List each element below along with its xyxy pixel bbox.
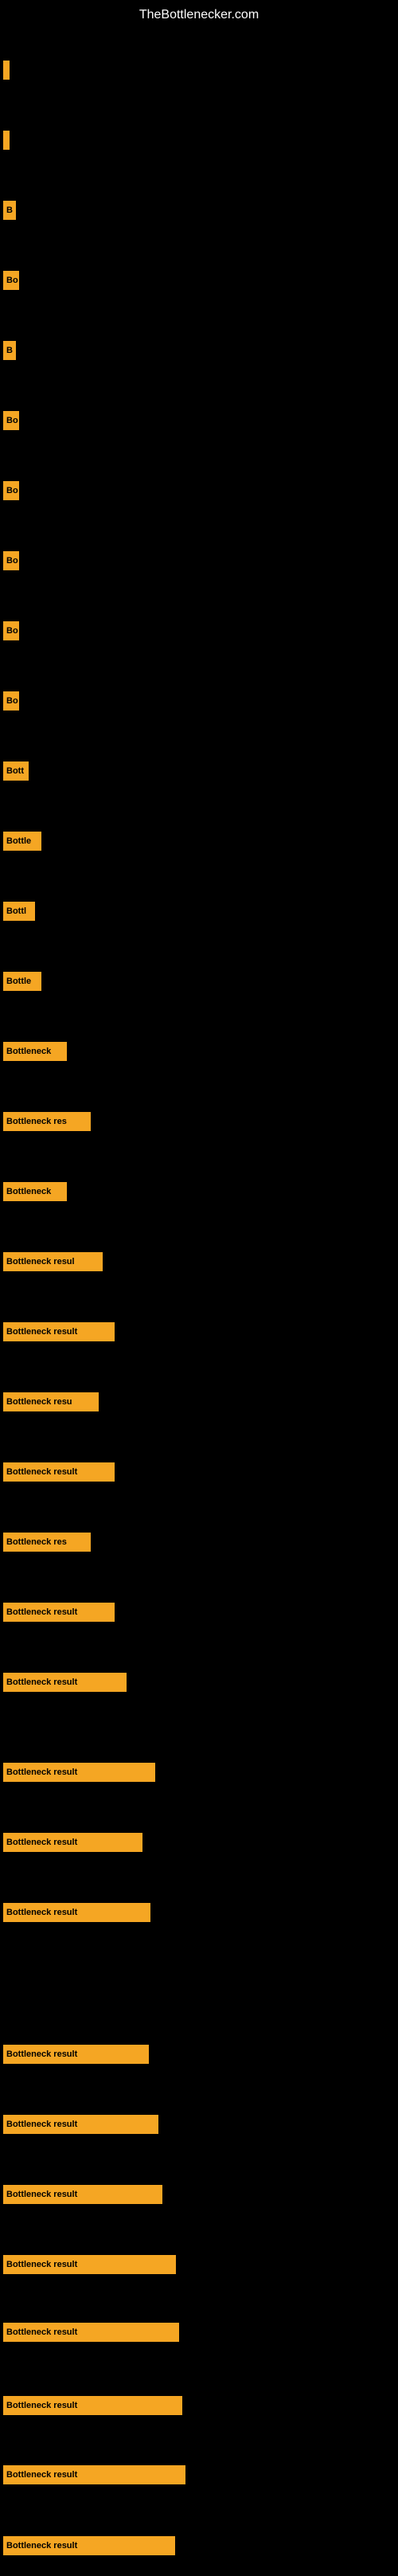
bar-item-15: Bottleneck [3,1040,67,1063]
bar-item-11: Bott [3,760,29,782]
bar-label-6: Bo [3,411,19,430]
site-title: TheBottlenecker.com [0,0,398,27]
bar-item-13: Bottl [3,900,35,922]
bar-label-2 [3,131,10,150]
bar-item-20: Bottleneck resu [3,1391,99,1413]
bar-item-17: Bottleneck [3,1180,67,1203]
bar-label-15: Bottleneck [3,1042,67,1061]
bar-label-4: Bo [3,271,19,290]
bar-label-34: Bottleneck result [3,2465,185,2484]
bar-item-7: Bo [3,480,19,502]
bar-item-31: Bottleneck result [3,2253,176,2276]
bar-item-5: B [3,339,16,362]
bar-label-24: Bottleneck result [3,1673,127,1692]
bar-label-18: Bottleneck resul [3,1252,103,1271]
bar-label-29: Bottleneck result [3,2115,158,2134]
bar-label-30: Bottleneck result [3,2185,162,2204]
bar-item-24: Bottleneck result [3,1671,127,1693]
bar-label-17: Bottleneck [3,1182,67,1201]
bar-item-6: Bo [3,409,19,432]
bar-label-32: Bottleneck result [3,2323,179,2342]
bar-label-33: Bottleneck result [3,2396,182,2415]
bar-item-29: Bottleneck result [3,2113,158,2136]
bar-label-3: B [3,201,16,220]
bar-label-10: Bo [3,691,19,711]
bar-label-12: Bottle [3,832,41,851]
bar-label-35: Bottleneck result [3,2536,175,2555]
bar-item-16: Bottleneck res [3,1110,91,1133]
bar-item-19: Bottleneck result [3,1321,115,1343]
bar-label-23: Bottleneck result [3,1603,115,1622]
bar-label-5: B [3,341,16,360]
bar-item-18: Bottleneck resul [3,1251,103,1273]
bar-label-11: Bott [3,761,29,781]
bar-label-26: Bottleneck result [3,1833,142,1852]
bar-item-23: Bottleneck result [3,1601,115,1623]
bar-label-25: Bottleneck result [3,1763,155,1782]
bar-item-32: Bottleneck result [3,2321,179,2343]
bar-item-9: Bo [3,620,19,642]
bar-item-10: Bo [3,690,19,712]
bar-item-2 [3,129,10,151]
bar-item-30: Bottleneck result [3,2183,162,2206]
bar-item-22: Bottleneck res [3,1531,91,1553]
bar-item-4: Bo [3,269,19,292]
bar-item-21: Bottleneck result [3,1461,115,1483]
bar-label-20: Bottleneck resu [3,1392,99,1411]
bar-item-25: Bottleneck result [3,1761,155,1783]
bar-item-26: Bottleneck result [3,1831,142,1854]
bar-label-19: Bottleneck result [3,1322,115,1341]
bar-item-8: Bo [3,550,19,572]
bar-label-16: Bottleneck res [3,1112,91,1131]
bar-label-13: Bottl [3,902,35,921]
bar-label-27: Bottleneck result [3,1903,150,1922]
bar-label-14: Bottle [3,972,41,991]
bar-item-1 [3,59,10,81]
bar-label-8: Bo [3,551,19,570]
bar-label-7: Bo [3,481,19,500]
bar-item-35: Bottleneck result [3,2535,175,2557]
bars-container: B Bo B Bo Bo Bo Bo Bo Bott Bottle Bottl Bottle Bottl… [0,27,398,2576]
bar-label-31: Bottleneck result [3,2255,176,2274]
bar-label-21: Bottleneck result [3,1462,115,1482]
bar-item-3: B [3,199,16,221]
bar-item-14: Bottle [3,970,41,992]
bar-label-1 [3,61,10,80]
bar-item-28: Bottleneck result [3,2043,149,2065]
bar-item-33: Bottleneck result [3,2394,182,2417]
bar-item-34: Bottleneck result [3,2464,185,2486]
bar-item-27: Bottleneck result [3,1901,150,1924]
bar-label-28: Bottleneck result [3,2045,149,2064]
bar-item-12: Bottle [3,830,41,852]
bar-label-9: Bo [3,621,19,640]
bar-label-22: Bottleneck res [3,1533,91,1552]
